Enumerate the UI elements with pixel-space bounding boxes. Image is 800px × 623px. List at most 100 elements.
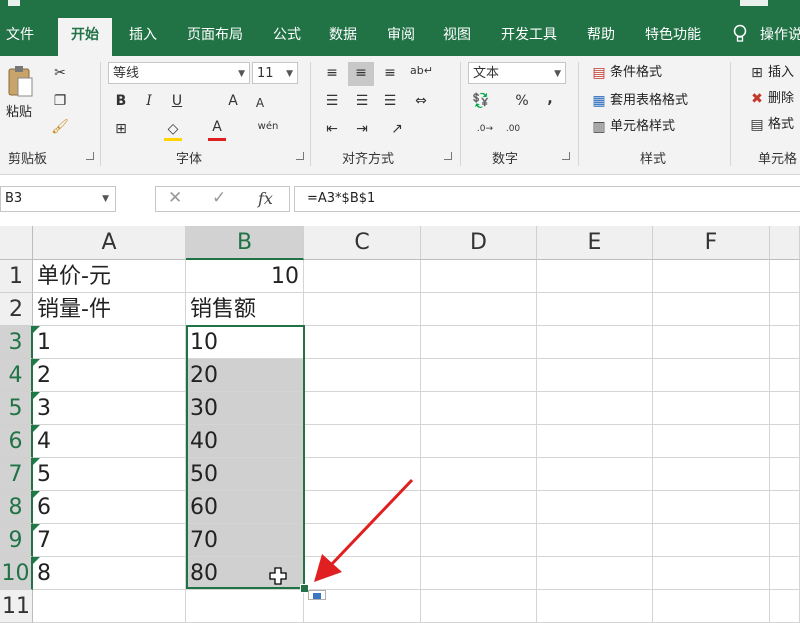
cell-d8[interactable] <box>421 491 537 524</box>
insert-cells-button[interactable]: 插入 <box>768 64 794 82</box>
align-center-icon[interactable]: ☰ <box>352 92 372 110</box>
cell-f5[interactable] <box>653 392 770 425</box>
cell-partial[interactable] <box>770 392 800 425</box>
row-header-9[interactable]: 9 <box>0 524 33 557</box>
accounting-format-icon[interactable]: 💱 <box>470 92 492 110</box>
font-color-button[interactable]: A <box>208 118 226 136</box>
cell-e4[interactable] <box>537 359 653 392</box>
orientation-icon[interactable]: ↗ <box>386 120 408 138</box>
cell-f7[interactable] <box>653 458 770 491</box>
cell-a3[interactable]: 1 <box>33 326 186 359</box>
cell-a7[interactable]: 5 <box>33 458 186 491</box>
cell-e9[interactable] <box>537 524 653 557</box>
row-header-4[interactable]: 4 <box>0 359 33 392</box>
cell-partial[interactable] <box>770 458 800 491</box>
cell-e2[interactable] <box>537 293 653 326</box>
formula-input[interactable]: =A3*$B$1 <box>294 186 800 212</box>
cell-a9[interactable]: 7 <box>33 524 186 557</box>
cell-b5[interactable]: 30 <box>186 392 304 425</box>
cell-e3[interactable] <box>537 326 653 359</box>
cell-c6[interactable] <box>304 425 421 458</box>
cell-e6[interactable] <box>537 425 653 458</box>
cell-partial[interactable] <box>770 260 800 293</box>
cell-a10[interactable]: 8 <box>33 557 186 590</box>
cell-b4[interactable]: 20 <box>186 359 304 392</box>
cell-d11[interactable] <box>421 590 537 623</box>
cell-e5[interactable] <box>537 392 653 425</box>
cell-partial[interactable] <box>770 524 800 557</box>
cell-f2[interactable] <box>653 293 770 326</box>
cell-f8[interactable] <box>653 491 770 524</box>
font-launcher-icon[interactable] <box>296 152 304 160</box>
column-header-a[interactable]: A <box>33 226 186 260</box>
cell-f1[interactable] <box>653 260 770 293</box>
cell-a4[interactable]: 2 <box>33 359 186 392</box>
copy-icon[interactable]: ❐ <box>50 92 70 110</box>
delete-cells-button[interactable]: 删除 <box>768 90 794 108</box>
row-header-3[interactable]: 3 <box>0 326 33 359</box>
cell-b3[interactable]: 10 <box>186 326 304 359</box>
column-header-e[interactable]: E <box>537 226 653 260</box>
cell-b1[interactable]: 10 <box>186 260 304 293</box>
tab-insert[interactable]: 插入 <box>122 22 164 48</box>
tab-view[interactable]: 视图 <box>436 22 478 48</box>
delete-cells-icon[interactable]: ✖ <box>748 90 766 108</box>
comma-button[interactable]: , <box>542 90 558 108</box>
conditional-format-button[interactable]: 条件格式 <box>610 64 662 82</box>
row-header-5[interactable]: 5 <box>0 392 33 425</box>
column-header-partial[interactable] <box>770 226 800 260</box>
align-top-icon[interactable]: ≡ <box>322 64 342 82</box>
number-format-combo[interactable]: 文本 ▼ <box>468 62 566 84</box>
cell-d3[interactable] <box>421 326 537 359</box>
cell-c1[interactable] <box>304 260 421 293</box>
cell-e1[interactable] <box>537 260 653 293</box>
cell-partial[interactable] <box>770 425 800 458</box>
cell-styles-icon[interactable]: ▥ <box>590 118 608 136</box>
column-header-f[interactable]: F <box>653 226 770 260</box>
select-all-corner[interactable] <box>0 226 33 260</box>
name-box[interactable]: B3 ▼ <box>0 186 116 212</box>
cell-d7[interactable] <box>421 458 537 491</box>
number-launcher-icon[interactable] <box>562 152 570 160</box>
row-header-7[interactable]: 7 <box>0 458 33 491</box>
cell-d1[interactable] <box>421 260 537 293</box>
italic-button[interactable]: I <box>140 92 158 110</box>
cell-a11[interactable] <box>33 590 186 623</box>
cell-c3[interactable] <box>304 326 421 359</box>
cell-a1[interactable]: 单价-元 <box>33 260 186 293</box>
cell-d4[interactable] <box>421 359 537 392</box>
tell-me-search[interactable]: 操作说 <box>760 22 800 48</box>
cell-partial[interactable] <box>770 557 800 590</box>
quick-analysis-icon[interactable] <box>308 590 326 600</box>
format-as-table-button[interactable]: 套用表格格式 <box>610 92 688 110</box>
cell-d9[interactable] <box>421 524 537 557</box>
align-left-icon[interactable]: ☰ <box>322 92 342 110</box>
cell-b7[interactable]: 50 <box>186 458 304 491</box>
increase-indent-icon[interactable]: ⇥ <box>352 120 372 138</box>
cell-b8[interactable]: 60 <box>186 491 304 524</box>
tab-special[interactable]: 特色功能 <box>638 22 708 48</box>
cell-d10[interactable] <box>421 557 537 590</box>
cell-f6[interactable] <box>653 425 770 458</box>
tab-file[interactable]: 文件 <box>0 22 40 48</box>
shrink-font-button[interactable]: A <box>252 94 268 112</box>
format-cells-button[interactable]: 格式 <box>768 116 794 134</box>
insert-cells-icon[interactable]: ⊞ <box>748 64 766 82</box>
borders-icon[interactable]: ⊞ <box>112 120 130 138</box>
cell-f9[interactable] <box>653 524 770 557</box>
cell-styles-button[interactable]: 单元格样式 <box>610 118 675 136</box>
cell-f4[interactable] <box>653 359 770 392</box>
cell-partial[interactable] <box>770 326 800 359</box>
cell-e7[interactable] <box>537 458 653 491</box>
fill-color-icon[interactable]: ◇ <box>164 120 182 138</box>
quick-access-icon[interactable] <box>8 0 20 6</box>
cell-b6[interactable]: 40 <box>186 425 304 458</box>
cut-icon[interactable]: ✂ <box>50 64 70 82</box>
merge-center-icon[interactable]: ⇔ <box>410 92 432 110</box>
decrease-indent-icon[interactable]: ⇤ <box>322 120 342 138</box>
cell-partial[interactable] <box>770 359 800 392</box>
cell-b11[interactable] <box>186 590 304 623</box>
window-control-icon[interactable] <box>740 0 768 6</box>
cell-b2[interactable]: 销售额 <box>186 293 304 326</box>
cell-e11[interactable] <box>537 590 653 623</box>
